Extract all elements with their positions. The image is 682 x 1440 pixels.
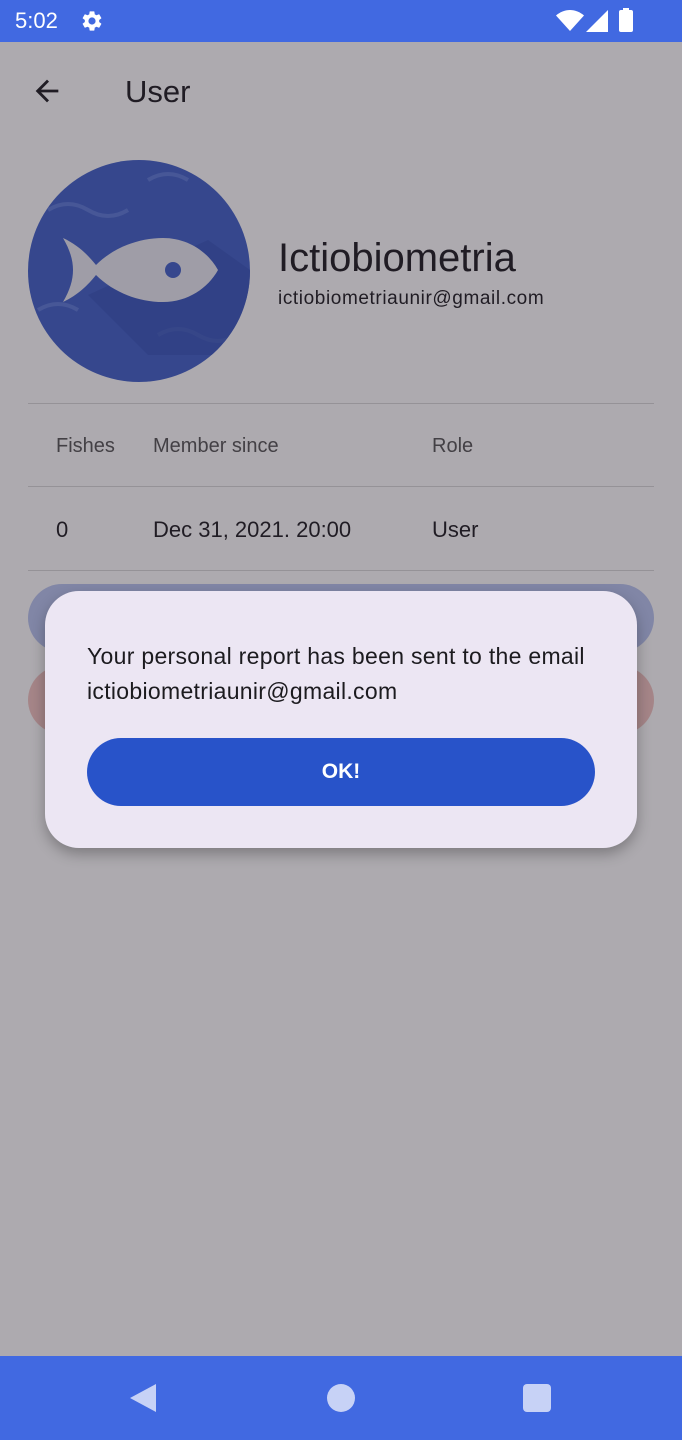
- status-time: 5:02: [15, 8, 58, 33]
- signal-icon: [586, 10, 608, 32]
- nav-home-icon[interactable]: [327, 1384, 355, 1412]
- gear-icon: [82, 11, 102, 31]
- navigation-bar: [0, 1356, 682, 1440]
- nav-recents-icon[interactable]: [523, 1384, 551, 1412]
- wifi-icon: [556, 10, 584, 31]
- report-sent-dialog: Your personal report has been sent to th…: [45, 591, 637, 848]
- dialog-message: Your personal report has been sent to th…: [87, 643, 585, 704]
- battery-icon: [619, 8, 633, 32]
- nav-back-icon[interactable]: [128, 1382, 158, 1414]
- ok-button[interactable]: OK!: [87, 738, 595, 806]
- status-bar: 5:02: [0, 0, 682, 42]
